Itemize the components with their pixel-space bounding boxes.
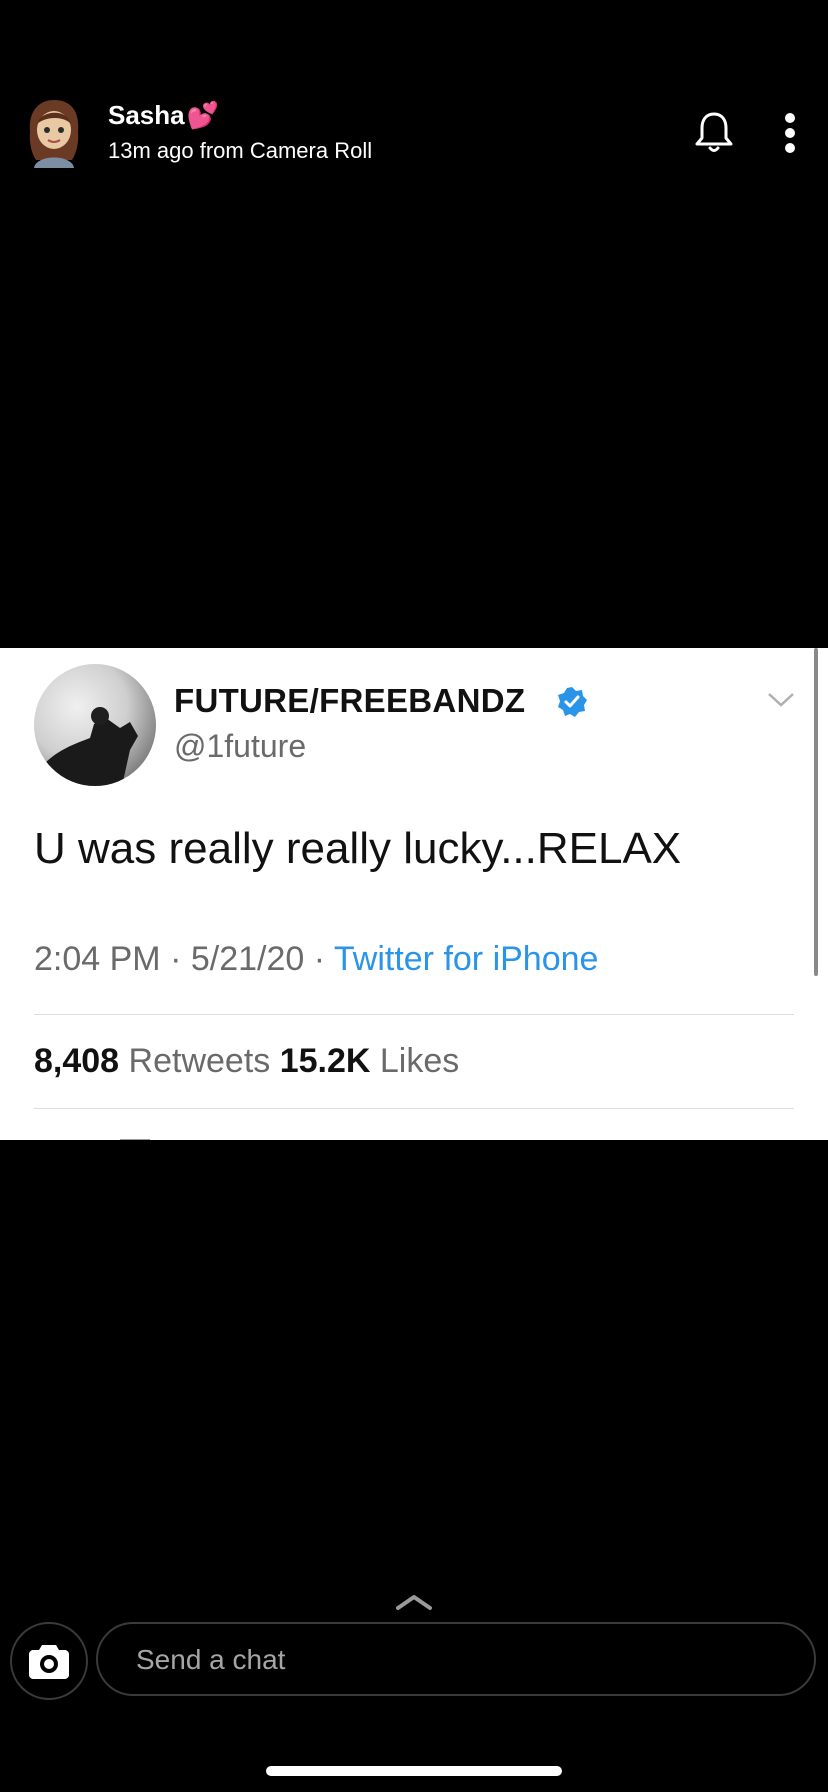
bell-icon[interactable]	[690, 108, 738, 156]
story-subtitle: 13m ago from Camera Roll	[108, 138, 373, 163]
bitmoji-avatar[interactable]	[24, 98, 84, 168]
tweet-text: U was really really lucky...RELAX	[34, 824, 682, 873]
likes-count: 15.2K	[279, 1042, 371, 1080]
verified-badge-icon	[556, 686, 588, 718]
more-vertical-icon[interactable]	[776, 112, 804, 154]
tweet-time: 2:04 PM · 5/21/20 ·	[34, 940, 334, 978]
tweet-author-name: FUTURE/FREEBANDZ	[174, 682, 526, 719]
heart-emoji: 💕	[186, 100, 219, 130]
user-name[interactable]: Sasha💕	[108, 100, 219, 131]
divider	[34, 1014, 794, 1015]
tweet-stats: 8,408 Retweets 15.2K Likes	[34, 1042, 459, 1081]
send-chat-placeholder: Send a chat	[136, 1644, 286, 1675]
story-header: Sasha💕 13m ago from Camera Roll	[0, 0, 828, 200]
tweet-source: Twitter for iPhone	[333, 940, 599, 978]
tweet-author-handle: @1future	[174, 728, 307, 764]
retweets-label: Retweets	[119, 1042, 280, 1080]
retweets-count: 8,408	[34, 1042, 120, 1080]
divider	[34, 1108, 794, 1109]
chevron-up-icon[interactable]	[394, 1592, 434, 1612]
tweet-author-avatar	[34, 664, 156, 786]
scrollbar[interactable]	[814, 648, 818, 976]
home-indicator[interactable]	[266, 1766, 562, 1776]
chevron-down-icon	[766, 690, 796, 710]
tweet-meta: 2:04 PM · 5/21/20 · Twitter for iPhone	[34, 940, 598, 979]
likes-label: Likes	[370, 1042, 460, 1080]
tweet-screenshot: FUTURE/FREEBANDZ @1future U was really r…	[0, 648, 828, 1140]
camera-icon	[29, 1645, 69, 1679]
user-name-text: Sasha	[108, 100, 185, 130]
cropped-action-icons	[120, 1132, 720, 1140]
send-chat-input[interactable]: Send a chat	[96, 1622, 816, 1696]
camera-button[interactable]	[10, 1622, 88, 1700]
